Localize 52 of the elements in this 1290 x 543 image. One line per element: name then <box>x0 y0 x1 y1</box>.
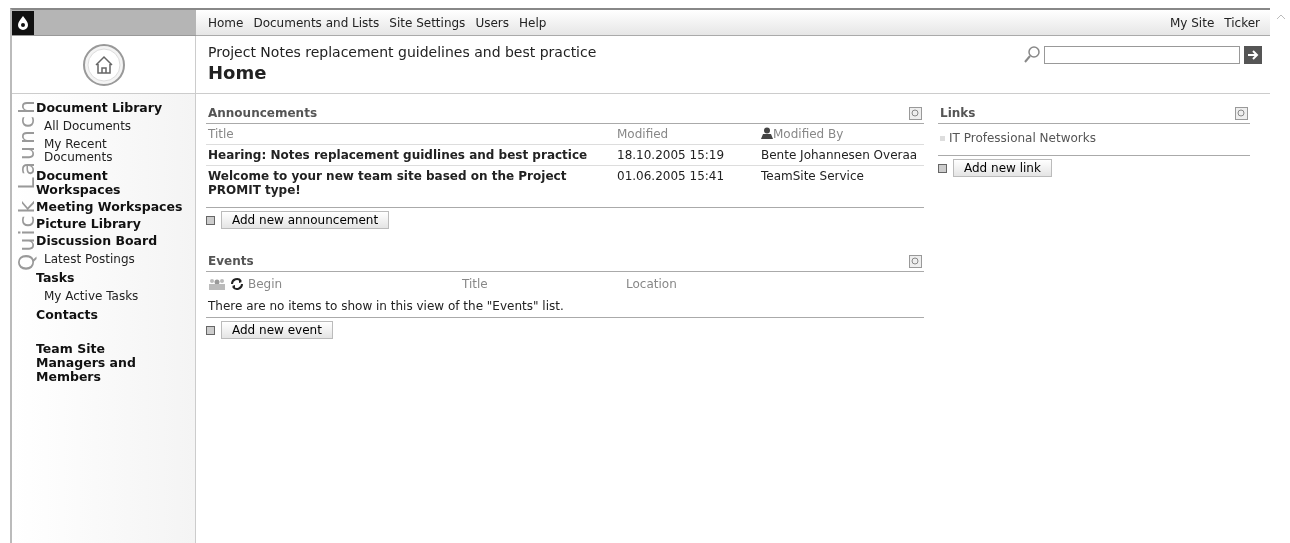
link[interactable]: IT Professional Networks <box>949 131 1096 145</box>
nav-link[interactable]: Site Settings <box>389 15 466 30</box>
table-cell: Bente Johannesen Overaa <box>759 144 924 166</box>
add-button[interactable]: Add new link <box>953 159 1052 177</box>
logo-icon <box>12 10 34 35</box>
column-header[interactable]: Location <box>626 277 726 291</box>
nav-link[interactable]: Help <box>519 15 547 30</box>
bullet-icon <box>938 163 947 173</box>
empty-message: There are no items to show in this view of the "Events" list. <box>206 296 924 318</box>
nav-link[interactable]: Documents and Lists <box>253 15 380 30</box>
quick-launch-link[interactable]: Document Library <box>36 101 184 115</box>
column-header[interactable]: Title <box>462 277 622 291</box>
quick-launch-sublink[interactable]: My Active Tasks <box>44 290 174 303</box>
quick-launch-link[interactable]: Picture Library <box>36 217 184 231</box>
quick-launch-link[interactable]: Team Site Managers and Members <box>36 342 156 384</box>
go-button[interactable] <box>1244 46 1262 64</box>
bullet-icon <box>940 135 945 141</box>
column-header[interactable]: Modified <box>617 127 669 141</box>
search-field[interactable] <box>1044 46 1240 64</box>
table-cell: 01.06.2005 15:41 <box>615 165 759 208</box>
arrow-icon <box>1247 49 1259 61</box>
quick-launch-link[interactable]: Contacts <box>36 308 184 322</box>
quick-launch-sublink[interactable]: All Documents <box>44 120 174 133</box>
quick-launch-sublink[interactable]: Latest Postings <box>44 253 174 266</box>
table-cell: TeamSite Service <box>759 165 924 208</box>
announcement-link[interactable]: Welcome to your new team site based on the Project PROMIT type! <box>206 165 615 208</box>
bullet-icon <box>206 215 215 225</box>
quick-launch-link[interactable]: Meeting Workspaces <box>36 200 184 214</box>
quick-launch-link[interactable]: Tasks <box>36 271 184 285</box>
column-header[interactable]: Begin <box>248 277 458 291</box>
column-header[interactable]: Title <box>208 127 234 141</box>
table-cell: 18.10.2005 15:19 <box>615 144 759 166</box>
nav-link[interactable]: Home <box>208 15 244 30</box>
nav-link[interactable]: Users <box>475 15 509 30</box>
quick-launch-sublink[interactable]: My Recent Documents <box>44 138 174 164</box>
section-title: Links <box>940 106 976 120</box>
add-button[interactable]: Add new event <box>221 321 333 339</box>
page-title: Home <box>208 62 268 83</box>
nav-link[interactable]: My Site <box>1169 15 1215 30</box>
quick-launch-link[interactable]: Discussion Board <box>36 234 184 248</box>
nav-link[interactable]: Ticker <box>1224 15 1260 30</box>
people-icon <box>208 278 226 290</box>
bullet-icon <box>206 325 215 335</box>
section-title: Events <box>208 254 254 268</box>
site-title: Project Notes replacement guidelines and best practice <box>208 44 598 60</box>
home-icon[interactable] <box>81 42 126 87</box>
column-header[interactable]: Modified By <box>773 127 844 141</box>
recurrence-icon <box>230 277 244 291</box>
add-button[interactable]: Add new announcement <box>221 211 390 229</box>
section-title: Announcements <box>208 106 318 120</box>
announcement-link[interactable]: Hearing: Notes replacement guidlines and best practice <box>206 144 615 166</box>
person-icon <box>761 127 773 141</box>
